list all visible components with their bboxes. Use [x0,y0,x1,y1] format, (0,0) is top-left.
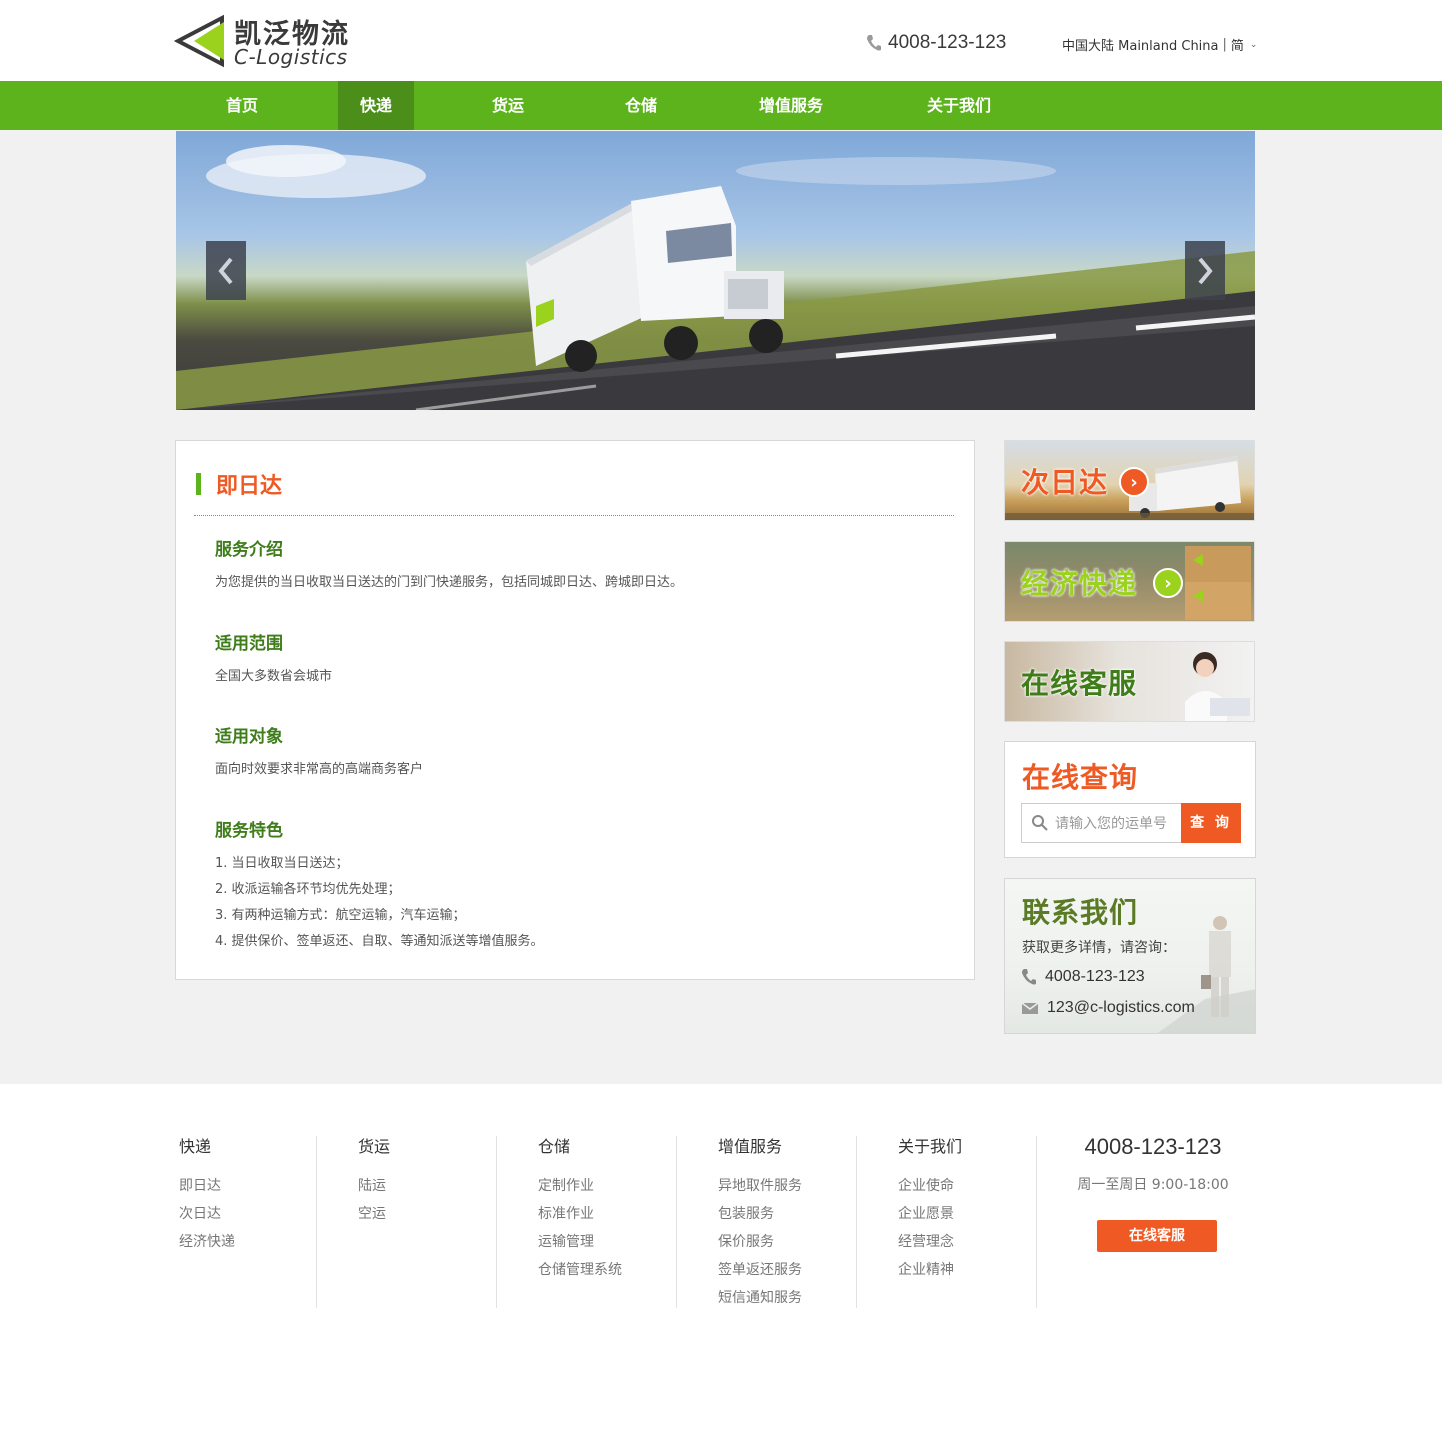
section-heading-features: 服务特色 [215,821,283,841]
footer-hours: 周一至周日 9:00-18:00 [1077,1177,1229,1193]
region-label: 中国大陆 Mainland China [1062,39,1219,54]
nav-item-value-added[interactable]: 增值服务 [745,81,837,130]
phone-icon [867,35,881,51]
footer-link[interactable]: 标准作业 [538,1200,676,1228]
tracking-input-placeholder: 请输入您的运单号 [1055,816,1167,832]
site-footer: 快递 即日达 次日达 经济快递 货运 陆运 空运 仓储 定制作业 标准作业 运输… [0,1084,1442,1430]
footer-column-title: 仓储 [538,1137,571,1156]
chevron-down-icon: ⌄ [1249,39,1258,50]
chevron-left-icon [218,257,233,284]
footer-link[interactable]: 空运 [358,1200,496,1228]
service-detail-card: 即日达 服务介绍 为您提供的当日收取当日送达的门到门快递服务，包括同城即日达、跨… [175,440,975,980]
feature-list-item: 3. 有两种运输方式：航空运输，汽车运输； [215,908,466,923]
footer-link[interactable]: 包装服务 [718,1200,856,1228]
logo-mark-icon [174,14,224,68]
query-button[interactable]: 查 询 [1181,803,1241,843]
nav-item-freight[interactable]: 货运 [470,81,546,130]
banner-next-button[interactable] [1185,241,1225,300]
footer-link[interactable]: 企业精神 [898,1256,1036,1284]
phone-icon [1022,969,1036,985]
next-day-banner[interactable]: 次日达 › [1004,440,1255,521]
nav-item-about[interactable]: 关于我们 [912,81,1006,130]
site-header: 凯泛物流 C-Logistics 4008-123-123 中国大陆 Mainl… [0,0,1442,81]
region-selector[interactable]: 中国大陆 Mainland China | 简 ⌄ [1062,35,1257,54]
footer-link[interactable]: 保价服务 [718,1228,856,1256]
page-title: 即日达 [216,474,283,499]
footer-link[interactable]: 即日达 [179,1172,316,1200]
footer-column-title: 货运 [358,1137,391,1156]
footer-link[interactable]: 经营理念 [898,1228,1036,1256]
footer-link[interactable]: 异地取件服务 [718,1172,856,1200]
footer-column-value-added: 增值服务 异地取件服务 包装服务 保价服务 签单返还服务 短信通知服务 [677,1136,857,1308]
chevron-right-icon [1198,257,1213,284]
footer-link[interactable]: 企业愿景 [898,1200,1036,1228]
query-title: 在线查询 [1022,761,1139,794]
section-heading-target: 适用对象 [215,727,283,747]
truck-scene-image [176,145,1255,410]
footer-online-service-button[interactable]: 在线客服 [1097,1220,1217,1252]
economy-express-label: 经济快递 [1021,567,1138,600]
footer-link[interactable]: 运输管理 [538,1228,676,1256]
section-text-scope: 全国大多数省会城市 [215,669,333,684]
language-label: 简 [1230,39,1244,54]
nav-item-home[interactable]: 首页 [204,81,280,130]
contact-email[interactable]: 123@c-logistics.com [1021,999,1195,1017]
footer-column-title: 关于我们 [898,1137,963,1156]
section-heading-intro: 服务介绍 [215,540,283,560]
footer-link[interactable]: 次日达 [179,1200,316,1228]
footer-hotline: 4008-123-123 [1084,1134,1222,1159]
economy-express-banner[interactable]: 经济快递 › [1004,541,1255,622]
footer-column-freight: 货运 陆运 空运 [317,1136,497,1308]
hero-banner [176,131,1255,410]
tracking-number-input[interactable]: 请输入您的运单号 [1021,803,1182,843]
nav-item-warehouse[interactable]: 仓储 [603,81,679,130]
feature-list-item: 2. 收派运输各环节均优先处理； [215,882,401,897]
footer-link[interactable]: 陆运 [358,1172,496,1200]
mail-icon [1021,1001,1039,1014]
contact-title: 联系我们 [1022,896,1139,929]
footer-column-title: 增值服务 [718,1137,783,1156]
footer-column-title: 快递 [179,1137,212,1156]
title-accent-bar [196,473,201,495]
contact-email-address: 123@c-logistics.com [1047,999,1195,1016]
footer-link[interactable]: 仓储管理系统 [538,1256,676,1284]
header-hotline: 4008-123-123 [866,30,1006,56]
chevron-right-circle-icon: › [1119,467,1149,497]
footer-link[interactable]: 企业使命 [898,1172,1036,1200]
section-text-target: 面向时效要求非常高的高端商务客户 [215,762,424,777]
footer-link[interactable]: 签单返还服务 [718,1256,856,1284]
section-heading-scope: 适用范围 [215,634,283,654]
main-nav: 首页 快递 货运 仓储 增值服务 关于我们 [0,81,1442,130]
nav-item-express[interactable]: 快递 [338,81,414,130]
banner-prev-button[interactable] [206,241,246,300]
hotline-number: 4008-123-123 [888,32,1007,53]
footer-column-express: 快递 即日达 次日达 经济快递 [137,1136,317,1308]
section-text-intro: 为您提供的当日收取当日送达的门到门快递服务，包括同城即日达、跨城即日达。 [215,575,684,590]
logo-text-en: C-Logistics [234,45,348,69]
region-separator: | [1222,37,1227,52]
footer-column-warehouse: 仓储 定制作业 标准作业 运输管理 仓储管理系统 [497,1136,677,1308]
next-day-label: 次日达 [1021,466,1109,499]
footer-link[interactable]: 定制作业 [538,1172,676,1200]
feature-list-item: 1. 当日收取当日送达； [215,856,349,871]
footer-column-about: 关于我们 企业使命 企业愿景 经营理念 企业精神 [857,1136,1037,1308]
contact-box: 联系我们 获取更多详情，请咨询： 4008-123-123 123@c-logi… [1004,878,1256,1034]
footer-link[interactable]: 经济快递 [179,1228,316,1256]
contact-phone: 4008-123-123 [1021,968,1145,986]
feature-list-item: 4. 提供保价、签单返还、自取、等通知派送等增值服务。 [215,934,544,949]
search-icon [1032,815,1048,831]
contact-subtitle: 获取更多详情，请咨询： [1022,940,1176,956]
online-service-label: 在线客服 [1021,667,1138,700]
tracking-query-box: 在线查询 请输入您的运单号 查 询 [1004,741,1256,858]
title-divider [194,515,954,516]
logo[interactable]: 凯泛物流 C-Logistics [174,12,364,70]
chevron-right-circle-icon: › [1153,568,1183,598]
footer-link[interactable]: 短信通知服务 [718,1284,856,1312]
online-service-banner[interactable]: 在线客服 [1004,641,1255,722]
contact-phone-number: 4008-123-123 [1045,968,1145,985]
